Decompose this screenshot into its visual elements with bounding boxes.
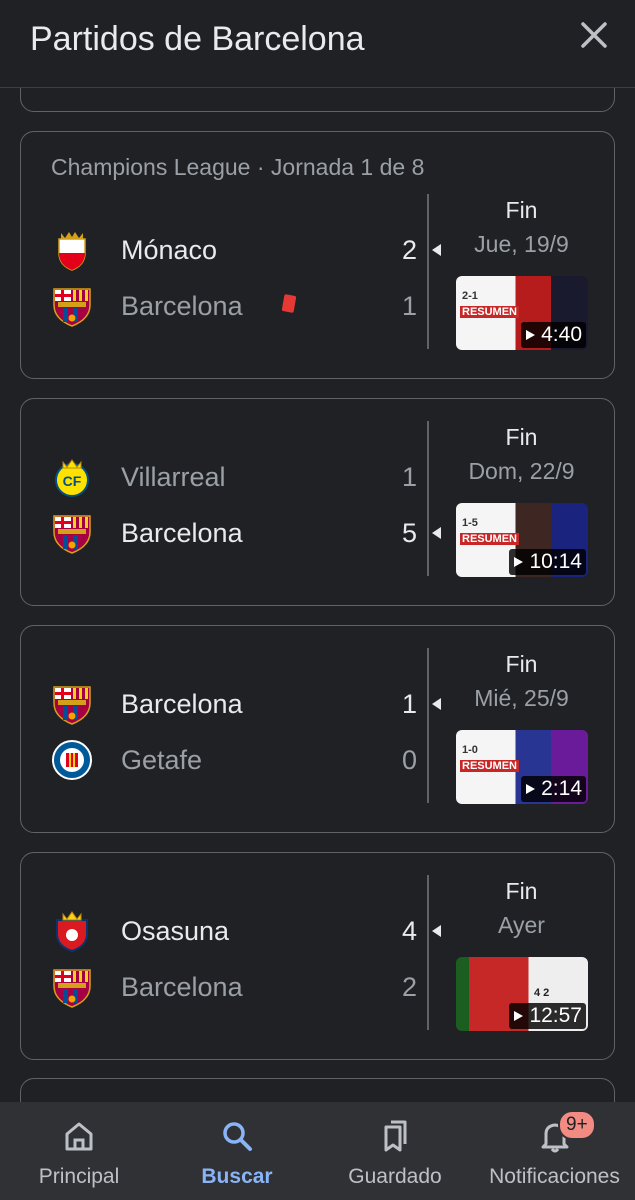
match-date: Jue, 19/9 [474, 231, 569, 257]
getafe-crest-icon [52, 740, 92, 780]
match-status: Fin [505, 878, 538, 904]
video-thumbnail[interactable]: 4 2 12:57 [456, 957, 588, 1031]
match-list[interactable]: Champions League · Jornada 1 de 8 Mónaco… [0, 88, 635, 1102]
play-icon [514, 1011, 524, 1021]
away-team-score: 5 [401, 518, 417, 548]
nav-item-notificaciones[interactable]: 9+ Notificaciones [474, 1102, 635, 1200]
osasuna-crest-icon [56, 911, 88, 952]
video-duration: 12:57 [509, 1003, 586, 1029]
home-team-score: 4 [401, 916, 417, 946]
match-date: Mié, 25/9 [474, 685, 569, 711]
away-team-row: Barcelona 5 [51, 510, 441, 558]
home-team-score: 1 [401, 689, 417, 719]
match-card[interactable]: Champions League · Jornada 1 de 8 Mónaco… [20, 131, 615, 379]
away-team-row: Getafe 0 [51, 737, 433, 785]
thumb-title-text: RESUMEN [460, 533, 520, 545]
home-team-row: Barcelona 1 [51, 681, 441, 729]
match-status: Fin [505, 424, 538, 450]
nav-label: Principal [38, 1165, 120, 1188]
home-team-row: Osasuna 4 [51, 908, 441, 956]
video-duration: 2:14 [521, 776, 586, 802]
thumb-score-text: 4 2 [534, 987, 550, 999]
home-team-score: 1 [401, 462, 417, 492]
match-card[interactable]: Barcelona 1 Getafe 0 Fin Mié, 25/9 1-0 R… [20, 625, 615, 833]
away-team-name: Barcelona [121, 518, 243, 548]
play-icon [526, 330, 536, 340]
video-thumbnail[interactable]: 1-5 RESUMEN 10:14 [456, 503, 588, 577]
match-status: Fin [505, 197, 538, 223]
away-team-score: 1 [401, 291, 417, 321]
page-title: Partidos de Barcelona [30, 20, 365, 58]
away-team-row: Barcelona 1 [51, 283, 433, 331]
barcelona-crest-icon [53, 686, 91, 725]
away-team-name: Barcelona [121, 972, 243, 1002]
close-icon[interactable] [575, 16, 613, 54]
villarreal-crest-icon: CF [55, 459, 89, 497]
nav-item-buscar[interactable]: Buscar [158, 1102, 316, 1200]
match-card[interactable]: Osasuna 4 Barcelona 2 Fin Ayer 4 2 12:57 [20, 852, 615, 1060]
bookmarks-icon [384, 1120, 407, 1152]
match-status: Fin [505, 651, 538, 677]
bottom-navigation: Principal Buscar Guardado 9+ Notificacio… [0, 1102, 635, 1200]
play-icon [526, 784, 536, 794]
notification-badge: 9+ [558, 1110, 596, 1140]
svg-text:CF: CF [63, 473, 82, 489]
home-team-name: Osasuna [121, 916, 230, 946]
nav-label: Buscar [201, 1165, 273, 1188]
barcelona-crest-icon [53, 288, 91, 327]
thumb-title-text: RESUMEN [460, 306, 520, 318]
barcelona-crest-icon [53, 515, 91, 554]
home-team-score: 2 [401, 235, 417, 265]
home-team-row: CF Villarreal 1 [51, 454, 433, 502]
thumb-score-text: 1-0 [462, 744, 478, 756]
match-card-previous[interactable] [20, 88, 615, 112]
away-team-score: 0 [401, 745, 417, 775]
play-icon [514, 557, 524, 567]
match-card-next[interactable] [20, 1078, 615, 1102]
nav-label: Guardado [348, 1165, 442, 1188]
home-team-name: Barcelona [121, 689, 243, 719]
home-team-row: Mónaco 2 [51, 227, 441, 275]
away-team-score: 2 [401, 972, 417, 1002]
thumb-score-text: 1-5 [462, 517, 478, 529]
video-thumbnail[interactable]: 2-1 RESUMEN 4:40 [456, 276, 588, 350]
away-team-name: Getafe [121, 745, 203, 775]
winner-indicator-icon [432, 527, 441, 539]
monaco-crest-icon [58, 232, 86, 271]
match-date: Dom, 22/9 [468, 458, 575, 484]
home-team-name: Villarreal [121, 462, 226, 492]
home-icon [65, 1122, 93, 1151]
thumb-title-text: RESUMEN [460, 760, 520, 772]
away-team-name: Barcelona [121, 291, 243, 321]
nav-item-guardado[interactable]: Guardado [316, 1102, 474, 1200]
video-duration: 4:40 [521, 322, 586, 348]
away-team-row: Barcelona 2 [51, 964, 433, 1012]
red-card-icon [281, 294, 297, 313]
match-date: Ayer [498, 912, 545, 938]
competition-label: Champions League · Jornada 1 de 8 [51, 154, 425, 180]
thumb-score-text: 2-1 [462, 290, 478, 302]
header: Partidos de Barcelona [0, 0, 635, 88]
search-icon [223, 1122, 252, 1151]
video-thumbnail[interactable]: 1-0 RESUMEN 2:14 [456, 730, 588, 804]
video-duration: 10:14 [509, 549, 586, 575]
nav-label: Notificaciones [489, 1165, 620, 1188]
nav-item-principal[interactable]: Principal [0, 1102, 158, 1200]
match-card[interactable]: CF Villarreal 1 Barcelona 5 Fin Dom, 22/… [20, 398, 615, 606]
barcelona-crest-icon [53, 969, 91, 1008]
home-team-name: Mónaco [121, 235, 218, 265]
